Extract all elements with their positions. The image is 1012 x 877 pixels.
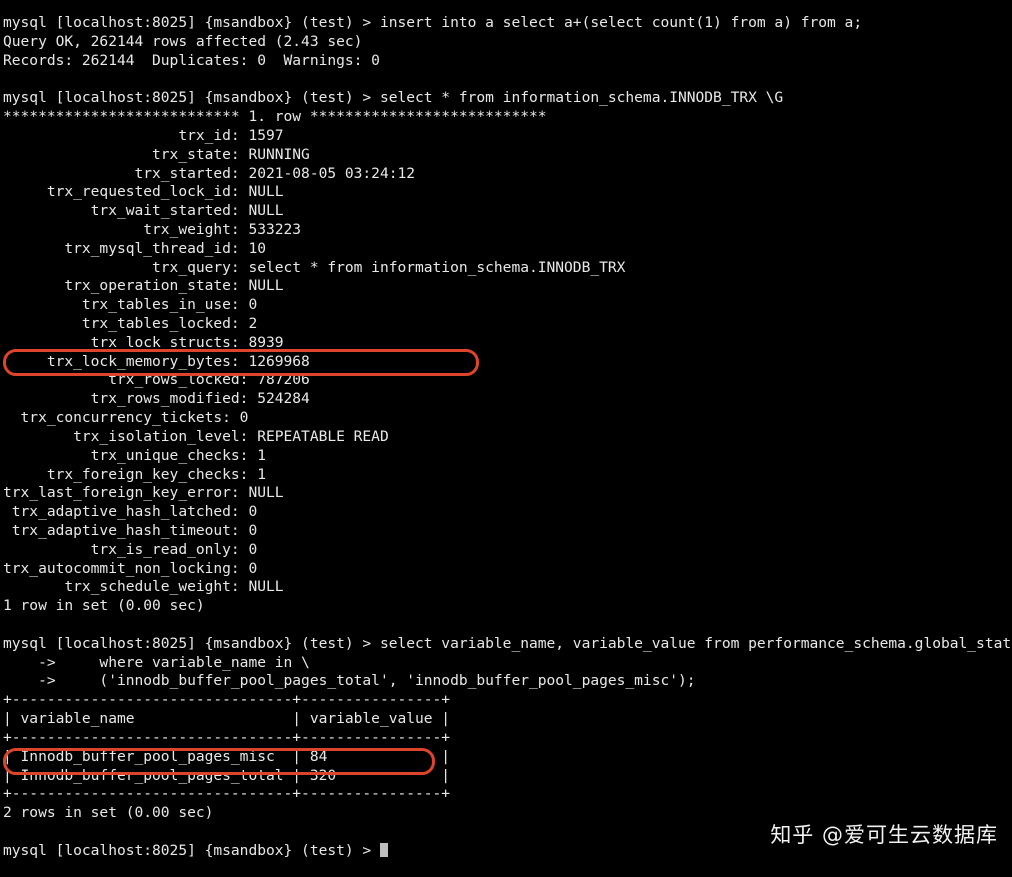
terminal-line: trx_tables_locked: 2 <box>3 315 258 332</box>
terminal-line: trx_adaptive_hash_timeout: 0 <box>3 521 258 539</box>
terminal-window[interactable]: mysql [localhost:8025] {msandbox} (test)… <box>0 0 1012 877</box>
terminal-line: trx_operation_state: NULL <box>3 277 284 295</box>
terminal-line: Query OK, 262144 rows affected (2.43 sec… <box>3 32 363 50</box>
watermark: 知乎 @爱可生云数据库 <box>770 823 998 848</box>
terminal-line: trx_schedule_weight: NULL <box>3 578 284 596</box>
text-cursor <box>379 842 389 857</box>
terminal-line: trx_is_read_only: 0 <box>3 540 258 558</box>
terminal-line: trx_rows_modified: 524284 <box>3 390 310 408</box>
terminal-line: trx_isolation_level: REPEATABLE READ <box>3 427 389 445</box>
table-border-top: +--------------------------------+------… <box>3 691 451 709</box>
terminal-line: mysql [localhost:8025] {msandbox} (test)… <box>3 89 784 107</box>
table-row: | Innodb_buffer_pool_pages_total | 320 | <box>3 766 451 784</box>
terminal-line: 2 rows in set (0.00 sec) <box>3 804 214 822</box>
terminal-line: trx_requested_lock_id: NULL <box>3 183 284 201</box>
terminal-line: trx_adaptive_hash_latched: 0 <box>3 503 258 521</box>
terminal-line: trx_concurrency_tickets: 0 <box>3 409 249 427</box>
table-header-row: | variable_name | variable_value | <box>3 710 451 728</box>
table-border-mid: +--------------------------------+------… <box>3 728 451 746</box>
terminal-line: trx_lock_structs: 8939 <box>3 333 284 351</box>
terminal-line-lock-memory-bytes: trx_lock_memory_bytes: 1269968 <box>3 352 310 370</box>
terminal-line: -> where variable_name in \ <box>3 653 310 671</box>
terminal-line: trx_weight: 533223 <box>3 220 302 238</box>
terminal-line: 1 row in set (0.00 sec) <box>3 597 205 615</box>
terminal-line: *************************** 1. row *****… <box>3 108 547 126</box>
terminal-line: -> ('innodb_buffer_pool_pages_total', 'i… <box>3 672 696 690</box>
terminal-line: trx_query: select * from information_sch… <box>3 258 626 276</box>
terminal-line: trx_state: RUNNING <box>3 145 310 163</box>
terminal-line: trx_foreign_key_checks: 1 <box>3 465 266 483</box>
terminal-line: trx_unique_checks: 1 <box>3 446 266 464</box>
table-border-bottom: +--------------------------------+------… <box>3 785 451 803</box>
terminal-line: trx_autocommit_non_locking: 0 <box>3 559 258 577</box>
terminal-line: trx_wait_started: NULL <box>3 202 284 220</box>
terminal-line: trx_tables_in_use: 0 <box>3 296 258 314</box>
terminal-line: trx_id: 1597 <box>3 126 284 144</box>
terminal-line: mysql [localhost:8025] {msandbox} (test)… <box>3 14 863 31</box>
terminal-line: trx_started: 2021-08-05 03:24:12 <box>3 164 416 182</box>
prompt-text: mysql [localhost:8025] {msandbox} (test)… <box>3 841 380 859</box>
terminal-line: trx_mysql_thread_id: 10 <box>3 239 266 257</box>
terminal-line: mysql [localhost:8025] {msandbox} (test)… <box>3 634 1012 652</box>
terminal-line: Records: 262144 Duplicates: 0 Warnings: … <box>3 51 380 69</box>
terminal-line: trx_rows_locked: 787206 <box>3 371 310 389</box>
table-row: | Innodb_buffer_pool_pages_misc | 84 | <box>3 747 451 765</box>
terminal-line: trx_last_foreign_key_error: NULL <box>3 484 284 502</box>
